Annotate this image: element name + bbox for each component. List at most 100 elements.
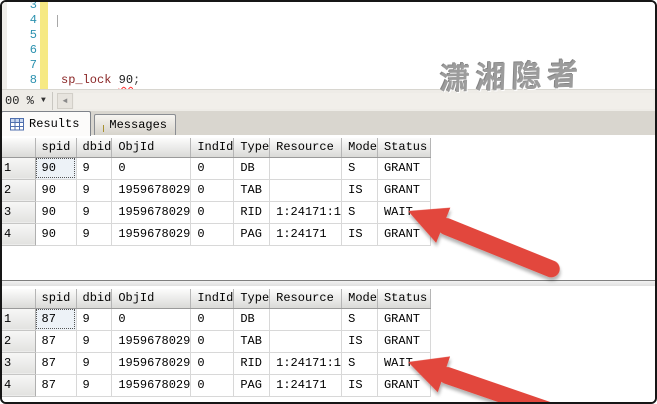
cell[interactable]: 0 — [111, 157, 192, 180]
cell-status-wait[interactable]: WAIT — [377, 352, 431, 375]
row-header[interactable]: 2 — [2, 330, 36, 353]
row-header[interactable]: 3 — [2, 201, 36, 224]
cell[interactable]: PAG — [233, 374, 271, 397]
cell[interactable]: 0 — [190, 374, 235, 397]
cell[interactable]: S — [341, 157, 378, 180]
cell[interactable]: IS — [341, 330, 378, 353]
cell[interactable]: 1:24171 — [269, 223, 343, 246]
cell[interactable]: 0 — [190, 157, 235, 180]
cell[interactable] — [269, 157, 343, 180]
cell[interactable]: 9 — [76, 157, 113, 180]
cell[interactable]: GRANT — [377, 157, 431, 180]
column-header-dbid[interactable]: dbid — [76, 289, 113, 309]
row-header[interactable]: 4 — [2, 374, 36, 397]
cell[interactable] — [269, 308, 343, 331]
zoom-dropdown-icon[interactable]: ▼ — [41, 96, 46, 105]
cell[interactable]: RID — [233, 201, 271, 224]
cell[interactable]: 1959678029 — [111, 330, 192, 353]
cell-spid-selected[interactable]: 87 — [35, 308, 77, 331]
cell[interactable]: 1959678029 — [111, 352, 192, 375]
cell[interactable]: S — [341, 201, 378, 224]
cell[interactable]: 1959678029 — [111, 179, 192, 202]
cell[interactable] — [269, 330, 343, 353]
column-header-dbid[interactable]: dbid — [76, 138, 113, 158]
row-header[interactable]: 4 — [2, 223, 36, 246]
column-header-spid[interactable]: spid — [35, 138, 77, 158]
cell[interactable]: 90 — [35, 179, 77, 202]
column-header-mode[interactable]: Mode — [341, 138, 378, 158]
cell-spid-selected[interactable]: 90 — [35, 157, 77, 180]
cell[interactable]: 87 — [35, 330, 77, 353]
grid-corner[interactable] — [2, 289, 36, 309]
cell[interactable]: 0 — [111, 308, 192, 331]
column-header-status[interactable]: Status — [377, 289, 431, 309]
sql-code[interactable]: sp_lock 90; GO sp_lock 87; GO — [61, 2, 140, 89]
column-header-type[interactable]: Type — [233, 289, 271, 309]
cell[interactable]: S — [341, 352, 378, 375]
grid-corner[interactable] — [2, 138, 36, 158]
cell[interactable]: IS — [341, 179, 378, 202]
cell[interactable]: S — [341, 308, 378, 331]
column-header-objid[interactable]: ObjId — [111, 138, 192, 158]
column-header-indid[interactable]: IndId — [190, 289, 235, 309]
cell[interactable]: TAB — [233, 330, 271, 353]
cell[interactable]: 87 — [35, 374, 77, 397]
cell[interactable]: GRANT — [377, 330, 431, 353]
cell[interactable]: 9 — [76, 201, 113, 224]
cell[interactable]: 9 — [76, 308, 113, 331]
cell[interactable]: 0 — [190, 201, 235, 224]
cell[interactable]: 1:24171:1 — [269, 352, 343, 375]
cell[interactable]: RID — [233, 352, 271, 375]
column-header-status[interactable]: Status — [377, 138, 431, 158]
cell[interactable]: 90 — [35, 201, 77, 224]
column-header-resource[interactable]: Resource — [269, 138, 343, 158]
code-line[interactable] — [61, 28, 140, 43]
cell[interactable]: 9 — [76, 179, 113, 202]
cell[interactable]: 9 — [76, 330, 113, 353]
cell[interactable]: GRANT — [377, 374, 431, 397]
cell[interactable]: 0 — [190, 352, 235, 375]
horizontal-scrollbar[interactable] — [74, 93, 653, 109]
cell[interactable]: 1959678029 — [111, 223, 192, 246]
cell[interactable]: GRANT — [377, 179, 431, 202]
cell[interactable]: 90 — [35, 223, 77, 246]
column-header-resource[interactable]: Resource — [269, 289, 343, 309]
row-header[interactable]: 1 — [2, 308, 36, 331]
cell[interactable]: 87 — [35, 352, 77, 375]
cell[interactable]: 1:24171 — [269, 374, 343, 397]
scrollbar-left-arrow-icon[interactable]: ◄ — [57, 93, 73, 109]
cell[interactable]: IS — [341, 374, 378, 397]
cell[interactable]: 9 — [76, 374, 113, 397]
column-header-indid[interactable]: IndId — [190, 138, 235, 158]
cell[interactable]: 0 — [190, 223, 235, 246]
cell[interactable]: 0 — [190, 179, 235, 202]
cell-status-wait[interactable]: WAIT — [377, 201, 431, 224]
cell[interactable]: DB — [233, 308, 271, 331]
column-header-mode[interactable]: Mode — [341, 289, 378, 309]
column-header-type[interactable]: Type — [233, 138, 271, 158]
column-header-spid[interactable]: spid — [35, 289, 77, 309]
row-header[interactable]: 1 — [2, 157, 36, 180]
cell[interactable]: 0 — [190, 308, 235, 331]
row-header[interactable]: 2 — [2, 179, 36, 202]
cell[interactable]: GRANT — [377, 308, 431, 331]
cell[interactable] — [269, 179, 343, 202]
cell[interactable]: 9 — [76, 352, 113, 375]
cell[interactable]: DB — [233, 157, 271, 180]
cell[interactable]: TAB — [233, 179, 271, 202]
cell[interactable]: IS — [341, 223, 378, 246]
cell[interactable]: GRANT — [377, 223, 431, 246]
code-line[interactable]: sp_lock 90; — [61, 73, 140, 88]
cell[interactable]: PAG — [233, 223, 271, 246]
cell[interactable]: 1959678029 — [111, 374, 192, 397]
zoom-level[interactable]: 00 % — [5, 94, 34, 108]
tab-results[interactable]: Results — [2, 111, 91, 136]
column-header-objid[interactable]: ObjId — [111, 289, 192, 309]
cell[interactable]: 9 — [76, 223, 113, 246]
tab-messages[interactable]: Messages — [94, 114, 176, 135]
cell[interactable]: 1959678029 — [111, 201, 192, 224]
cell[interactable]: 0 — [190, 330, 235, 353]
cell[interactable]: 1:24171:1 — [269, 201, 343, 224]
row-header[interactable]: 3 — [2, 352, 36, 375]
table-row: 4 90 9 1959678029 0 PAG 1:24171 IS GRANT — [2, 223, 431, 246]
